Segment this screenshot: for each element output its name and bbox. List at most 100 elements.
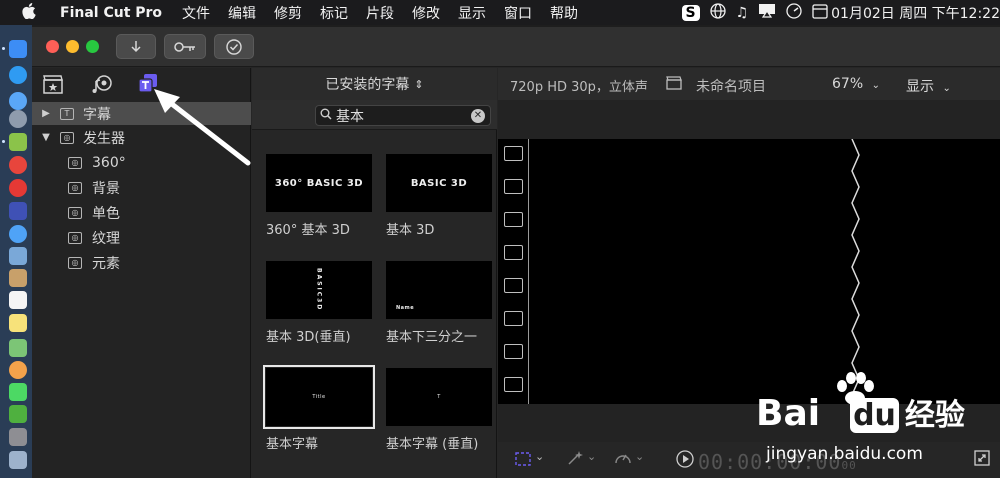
format-label: 720p HD 30p，立体声 — [510, 80, 648, 95]
chevron-down-icon[interactable]: ⌄ — [587, 450, 596, 463]
zoom-menu[interactable]: 67% ⌄ — [832, 76, 880, 92]
tile-label[interactable]: 基本 3D — [386, 219, 434, 238]
watermark-brand: Bai du 经验 — [756, 390, 965, 434]
thumb-text: BASIC 3D — [410, 177, 468, 189]
sidebar-item-elements[interactable]: ◎ 元素 — [32, 251, 251, 274]
sidebar-item-solids[interactable]: ◎ 单色 — [32, 201, 251, 224]
sidebar-item-label: 纹理 — [92, 230, 120, 247]
title-thumbnail-basic-lower-third[interactable]: Name — [386, 261, 492, 319]
film-perforation — [504, 245, 523, 260]
chevron-down-icon[interactable]: ⌄ — [635, 450, 644, 463]
tile-label[interactable]: 基本下三分之一 — [386, 326, 477, 345]
preview-dock-icon[interactable] — [9, 247, 27, 265]
apple-icon[interactable] — [22, 2, 42, 23]
baidu-watermark: Bai du 经验 jingyan.baidu.com — [752, 366, 992, 476]
dock-running-dot — [2, 47, 5, 50]
generator-icon: ◎ — [68, 181, 82, 194]
menu-trim[interactable]: 修剪 — [274, 3, 302, 23]
notebook-dock-icon[interactable] — [9, 269, 27, 287]
search-input[interactable]: 基本 ✕ — [315, 105, 491, 126]
s-icon[interactable]: S — [681, 4, 700, 21]
chrome-dock-icon[interactable] — [9, 156, 27, 174]
finder-dock-icon[interactable] — [9, 40, 27, 58]
project-name[interactable]: 未命名项目 — [696, 76, 766, 96]
view-options-menu[interactable]: 显示 ⌄ — [906, 76, 951, 96]
music-icon[interactable]: ♫ — [736, 5, 749, 21]
film-perforation — [504, 212, 523, 227]
chevron-down-icon: ⌄ — [942, 83, 951, 94]
compass-dock-icon[interactable] — [9, 225, 27, 243]
title-thumbnail-basic-title[interactable]: Title — [263, 365, 375, 429]
menu-clip[interactable]: 片段 — [366, 3, 394, 23]
menu-help[interactable]: 帮助 — [550, 3, 578, 23]
photos-dock-icon[interactable] — [9, 361, 27, 379]
tile-label[interactable]: 360° 基本 3D — [266, 219, 350, 238]
menu-edit[interactable]: 编辑 — [228, 3, 256, 23]
viewer-canvas[interactable] — [498, 139, 1000, 404]
search-bar: 基本 ✕ — [252, 100, 497, 130]
tile-label[interactable]: 基本字幕 (垂直) — [386, 433, 478, 452]
film-edge-line — [528, 139, 529, 404]
tv-dock-icon[interactable] — [9, 451, 27, 469]
screen: Final Cut Pro 文件 编辑 修剪 标记 片段 修改 显示 窗口 帮助… — [0, 0, 1000, 478]
menu-window[interactable]: 窗口 — [504, 3, 532, 23]
notes-dock-icon[interactable] — [9, 314, 27, 332]
close-button[interactable] — [46, 40, 59, 53]
tab-libraries[interactable] — [41, 72, 65, 96]
sidebar-item-textures[interactable]: ◎ 纹理 — [32, 226, 251, 249]
android-dock-icon[interactable] — [9, 133, 27, 151]
display-icon[interactable] — [758, 3, 776, 22]
blue-app-dock-icon[interactable] — [9, 202, 27, 220]
clock-text[interactable]: 01月02日 周四 下午12:22 — [831, 3, 1000, 23]
speed-gauge-icon[interactable] — [614, 450, 632, 470]
menu-bar: Final Cut Pro 文件 编辑 修剪 标记 片段 修改 显示 窗口 帮助… — [0, 0, 1000, 25]
globe-icon[interactable] — [709, 2, 726, 23]
red-app-dock-icon[interactable] — [9, 179, 27, 197]
launchpad-dock-icon[interactable] — [9, 110, 27, 128]
menu-mark[interactable]: 标记 — [320, 3, 348, 23]
sidebar-item-label: 发生器 — [83, 130, 125, 147]
clear-search-icon[interactable]: ✕ — [471, 109, 485, 123]
background-tasks-button[interactable] — [214, 34, 254, 59]
menu-view[interactable]: 显示 — [458, 3, 486, 23]
timer-icon[interactable] — [786, 2, 802, 23]
minimize-button[interactable] — [66, 40, 79, 53]
title-thumbnail-basic-3d-vertical[interactable]: BASIC3D — [266, 261, 372, 319]
calendar-dock-icon[interactable] — [9, 291, 27, 309]
chevron-down-icon[interactable]: ⌄ — [535, 450, 544, 463]
title-thumbnail-basic-title-vertical[interactable]: T — [386, 368, 492, 426]
safari-dock-icon[interactable] — [9, 92, 27, 110]
film-perforation — [504, 146, 523, 161]
title-thumbnail-basic-3d[interactable]: BASIC 3D — [386, 154, 492, 212]
messages-dock-icon[interactable] — [9, 383, 27, 401]
wechat-dock-icon[interactable] — [9, 405, 27, 423]
tab-photos-audio[interactable] — [90, 72, 114, 96]
calendar-icon[interactable] — [812, 3, 828, 23]
appstore-dock-icon[interactable] — [9, 66, 27, 84]
keywords-button[interactable] — [164, 34, 206, 59]
browser-header[interactable]: 已安装的字幕 ⇕ — [252, 68, 497, 100]
film-perforation — [504, 278, 523, 293]
system-prefs-dock-icon[interactable] — [9, 428, 27, 446]
view-options-label: 显示 — [906, 79, 934, 95]
import-button[interactable] — [116, 34, 156, 59]
app-name-menu[interactable]: Final Cut Pro — [60, 5, 162, 21]
disclosure-right-icon[interactable]: ▶ — [41, 108, 51, 119]
title-thumbnail-360-basic-3d[interactable]: 360° BASIC 3D — [266, 154, 372, 212]
window-toolbar — [32, 27, 1000, 67]
play-button[interactable] — [676, 450, 694, 472]
check-circle-icon — [226, 38, 242, 55]
generator-icon: ◎ — [68, 256, 82, 269]
tile-label[interactable]: 基本 3D(垂直) — [266, 326, 351, 345]
generator-icon: ◎ — [68, 206, 82, 219]
zoom-button[interactable] — [86, 40, 99, 53]
menu-modify[interactable]: 修改 — [412, 3, 440, 23]
disclosure-down-icon[interactable]: ▼ — [41, 132, 51, 143]
maps-dock-icon[interactable] — [9, 339, 27, 357]
menu-file[interactable]: 文件 — [182, 3, 210, 23]
sidebar-item-backgrounds[interactable]: ◎ 背景 — [32, 176, 251, 199]
brand-du: du — [850, 398, 899, 433]
tile-label[interactable]: 基本字幕 — [266, 433, 318, 452]
transform-icon[interactable] — [514, 451, 532, 471]
magic-wand-icon[interactable] — [566, 450, 584, 470]
